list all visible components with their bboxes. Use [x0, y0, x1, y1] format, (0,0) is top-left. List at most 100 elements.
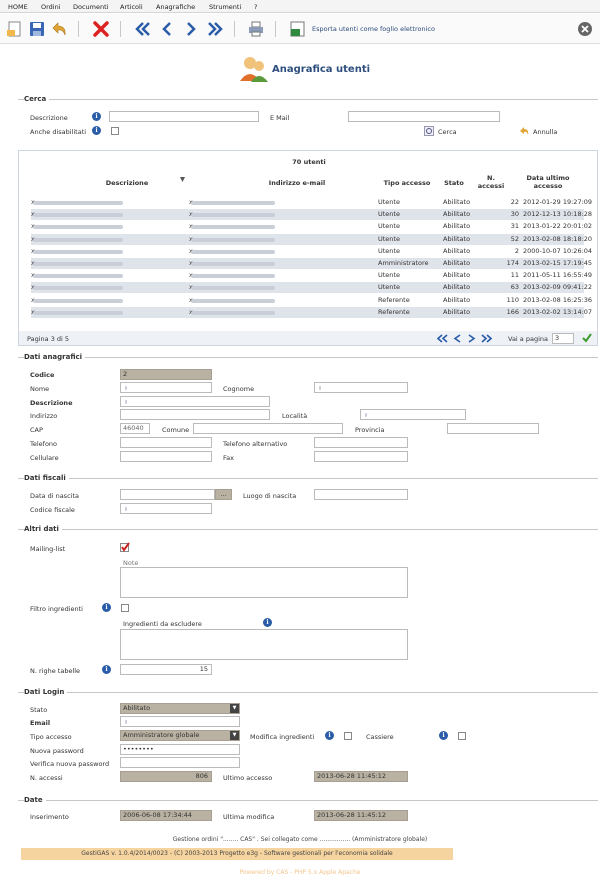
- date-picker-button[interactable]: ...: [215, 489, 232, 500]
- table-row[interactable]: x x Utente Abilitato 31 2013-01-22 20:01:02: [31, 221, 592, 233]
- search-email-input[interactable]: [348, 111, 500, 122]
- search-button[interactable]: Cerca: [438, 128, 457, 136]
- menu-documenti[interactable]: Documenti: [73, 3, 108, 11]
- tax-code-field[interactable]: x: [120, 503, 212, 514]
- info-icon[interactable]: i: [325, 731, 334, 740]
- info-icon[interactable]: i: [102, 665, 111, 674]
- verify-password-field[interactable]: [120, 757, 240, 768]
- mobile-label: Cellulare: [30, 454, 59, 462]
- table-row[interactable]: x x Utente Abilitato 11 2011-05-11 16:55:49: [31, 270, 592, 282]
- table-row[interactable]: x x Referente Abilitato 166 2013-02-02 13:14:…: [31, 306, 592, 318]
- menu-home[interactable]: HOME: [8, 3, 28, 11]
- column-header-access-count[interactable]: N. accessi: [474, 174, 508, 190]
- info-icon[interactable]: i: [92, 112, 101, 121]
- last-page-icon[interactable]: [206, 20, 224, 38]
- status-select[interactable]: Abilitato ▼: [120, 703, 240, 714]
- table-row[interactable]: x x Utente Abilitato 2 2000-10-07 10:26:04: [31, 245, 592, 257]
- copyright-bar: GestiGAS v. 1.0.4/2014/0023 - (C) 2003-2…: [21, 848, 453, 860]
- next-page-icon[interactable]: [182, 20, 200, 38]
- cancel-button[interactable]: Annulla: [533, 128, 557, 136]
- delete-icon[interactable]: [92, 20, 110, 38]
- address-field[interactable]: [120, 409, 270, 420]
- menu-ordini[interactable]: Ordini: [41, 3, 61, 11]
- column-header-last-access[interactable]: Data ultimo accesso: [513, 174, 583, 190]
- grid-count: 70 utenti: [292, 158, 326, 166]
- page-info: Pagina 3 di 5: [27, 335, 70, 343]
- last-page-icon[interactable]: [481, 334, 492, 343]
- mailing-list-checkbox[interactable]: [120, 542, 130, 552]
- info-icon[interactable]: i: [92, 126, 101, 135]
- phone-field[interactable]: [120, 437, 212, 448]
- new-document-icon[interactable]: [6, 20, 24, 38]
- menu-help[interactable]: ?: [254, 3, 257, 11]
- other-data-legend: Altri dati: [24, 525, 62, 533]
- cell-description: x: [31, 271, 181, 279]
- undo-icon[interactable]: [50, 20, 68, 38]
- next-page-icon[interactable]: [467, 334, 476, 343]
- table-rows-field[interactable]: 15: [120, 664, 212, 675]
- email-field[interactable]: x: [120, 716, 240, 727]
- cell-description: x: [31, 235, 181, 243]
- cell-last-access: 2013-01-22 20:01:02: [523, 222, 593, 231]
- postal-code-field[interactable]: 46040: [120, 423, 150, 434]
- last-name-field[interactable]: x: [314, 382, 408, 393]
- info-icon[interactable]: i: [439, 731, 448, 740]
- goto-page-input[interactable]: 3: [552, 333, 574, 344]
- column-header-email[interactable]: Indirizzo e-mail: [237, 179, 357, 187]
- first-name-field[interactable]: x: [120, 382, 212, 393]
- access-type-select[interactable]: Amministratore globale ▼: [120, 730, 240, 741]
- birth-place-field[interactable]: [314, 489, 408, 500]
- menu-articoli[interactable]: Articoli: [120, 3, 143, 11]
- description-field[interactable]: x: [120, 396, 270, 407]
- table-row[interactable]: x x Utente Abilitato 30 2012-12-13 10:18:28: [31, 209, 592, 221]
- city-field[interactable]: [193, 423, 343, 434]
- sort-desc-icon[interactable]: [179, 176, 186, 183]
- city-label: Comune: [162, 426, 190, 434]
- access-count-field: 806: [120, 771, 212, 782]
- locality-field[interactable]: x: [360, 409, 466, 420]
- search-description-input[interactable]: [109, 111, 259, 122]
- save-icon[interactable]: [28, 20, 46, 38]
- cashier-checkbox[interactable]: [458, 732, 466, 740]
- modify-ingredients-checkbox[interactable]: [344, 732, 352, 740]
- table-row[interactable]: x x Utente Abilitato 22 2012-01-29 19:27:09: [31, 197, 592, 208]
- phone-label: Telefono: [30, 440, 58, 448]
- table-row[interactable]: x x Amministratore Abilitato 174 2013-02-15 1…: [31, 258, 592, 269]
- menu-strumenti[interactable]: Strumenti: [209, 3, 241, 11]
- excluded-ingredients-textarea[interactable]: [120, 629, 408, 660]
- mobile-field[interactable]: [120, 451, 212, 462]
- column-header-access-type[interactable]: Tipo accesso: [377, 179, 437, 187]
- table-row[interactable]: x x Utente Abilitato 63 2013-02-09 09:41:22: [31, 282, 592, 294]
- birth-place-label: Luogo di nascita: [243, 492, 297, 500]
- info-icon[interactable]: i: [263, 618, 272, 627]
- include-disabled-checkbox[interactable]: [111, 127, 119, 135]
- first-page-icon[interactable]: [134, 20, 152, 38]
- notes-textarea[interactable]: [120, 567, 408, 598]
- column-header-description[interactable]: Descrizione: [77, 179, 177, 187]
- fax-field[interactable]: [314, 451, 408, 462]
- cell-access-type: Referente: [378, 307, 410, 316]
- previous-page-icon[interactable]: [158, 20, 176, 38]
- new-password-label: Nuova password: [30, 747, 84, 755]
- cell-access-count: 2: [514, 246, 519, 255]
- checkmark-icon[interactable]: [582, 333, 592, 343]
- cashier-label: Cassiere: [366, 733, 394, 741]
- new-password-field[interactable]: ••••••••: [120, 744, 240, 755]
- spreadsheet-export-icon[interactable]: [289, 20, 307, 38]
- print-icon[interactable]: [247, 20, 265, 38]
- province-label: Provincia: [355, 426, 385, 434]
- close-icon[interactable]: [577, 21, 593, 37]
- column-header-status[interactable]: Stato: [439, 179, 469, 187]
- ingredient-filter-checkbox[interactable]: [121, 604, 129, 612]
- birth-date-field[interactable]: [120, 489, 215, 500]
- alt-phone-field[interactable]: [314, 437, 408, 448]
- menu-anagrafiche[interactable]: Anagrafiche: [156, 3, 195, 11]
- cell-access-count: 110: [506, 295, 519, 304]
- table-row[interactable]: x x Referente Abilitato 110 2013-02-08 16:25:…: [31, 294, 592, 306]
- table-row[interactable]: x x Utente Abilitato 52 2013-02-08 18:18:20: [31, 233, 592, 245]
- province-field[interactable]: [447, 423, 539, 434]
- first-page-icon[interactable]: [437, 334, 448, 343]
- previous-page-icon[interactable]: [453, 334, 462, 343]
- info-icon[interactable]: i: [102, 603, 111, 612]
- export-spreadsheet-link[interactable]: Esporta utenti come foglio elettronico: [312, 25, 435, 33]
